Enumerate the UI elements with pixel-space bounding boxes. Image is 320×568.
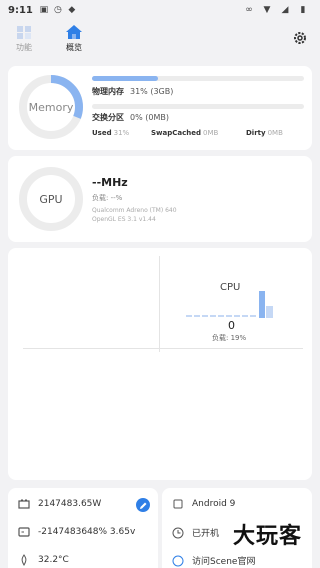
edit-pencil-icon xyxy=(140,502,147,509)
cpu-frequency: 0 xyxy=(228,319,235,332)
battery-icon xyxy=(18,499,30,509)
gear-icon[interactable] xyxy=(292,30,308,46)
temperature: 32.2°C xyxy=(38,555,69,565)
cpu-load: 负载: 19% xyxy=(212,334,247,342)
battery-power: 2147483.65W xyxy=(38,499,102,509)
gpu-frequency: --MHz xyxy=(92,176,128,189)
ram-label: 物理内存 xyxy=(92,87,124,96)
gpu-ring: GPU xyxy=(18,166,84,232)
tab-function-label: 功能 xyxy=(16,43,32,52)
tab-overview-label: 概览 xyxy=(66,43,82,52)
app-notification-icon: ◆ xyxy=(68,5,76,15)
alarm-icon: ◷ xyxy=(53,5,62,15)
android-version-row: Android 9 xyxy=(172,498,235,510)
ram-row: 物理内存 31% (3GB) xyxy=(92,86,173,97)
battery-info-card[interactable]: 2147483.65W -2147483648% 3.65v 32.2°C xyxy=(8,488,158,568)
signal-icon: ◢ xyxy=(281,5,289,15)
battery-level: -2147483648% 3.65v xyxy=(38,527,136,537)
android-icon xyxy=(173,499,183,509)
swapcached-stat: SwapCached 0MB xyxy=(151,129,219,137)
gpu-ring-label: GPU xyxy=(39,192,63,206)
sim-icon: ▣ xyxy=(39,5,49,15)
overview-home-icon xyxy=(66,25,82,39)
ram-progress xyxy=(92,76,304,81)
gpu-card[interactable]: GPU --MHz 负载: --% Qualcomm Adreno (TM) 6… xyxy=(8,156,312,242)
memory-ring: Memory xyxy=(18,74,84,140)
tab-function[interactable]: 功能 xyxy=(8,24,40,53)
battery-level-row: -2147483648% 3.65v xyxy=(18,526,135,538)
link-icon: ∞ xyxy=(245,5,253,15)
dirty-stat: Dirty 0MB xyxy=(246,129,283,137)
cpu-divider-vertical xyxy=(159,256,160,352)
status-bar: 9:11 ▣ ◷ ◆ ∞ ▼ ◢ ▮ xyxy=(0,0,320,20)
swap-value: 0% (0MB) xyxy=(130,113,169,122)
battery-voltage-icon xyxy=(18,527,30,537)
scene-link-row[interactable]: 访问Scene官网 xyxy=(172,554,255,567)
temperature-icon xyxy=(21,554,27,566)
cpu-divider-horizontal xyxy=(23,348,303,349)
scene-icon xyxy=(172,555,184,566)
swap-row: 交换分区 0% (0MB) xyxy=(92,112,169,123)
gpu-opengl: OpenGL ES 3.1 v1.44 xyxy=(92,216,156,223)
battery-power-row: 2147483.65W xyxy=(18,498,101,510)
uptime-row: 已开机 xyxy=(172,526,219,539)
memory-card[interactable]: Memory 物理内存 31% (3GB) 交换分区 0% (0MB) Used 31… xyxy=(8,66,312,150)
memory-ring-label: Memory xyxy=(28,100,74,114)
scene-link[interactable]: 访问Scene官网 xyxy=(192,554,255,567)
wifi-icon: ▼ xyxy=(263,5,271,15)
tab-overview[interactable]: 概览 xyxy=(58,24,90,53)
ram-progress-fill xyxy=(92,76,158,81)
battery-status-icon: ▮ xyxy=(300,5,306,15)
top-bar: 功能 概览 xyxy=(0,22,320,58)
uptime: 已开机 xyxy=(192,529,220,539)
swap-label: 交换分区 xyxy=(92,113,124,122)
clock-icon xyxy=(172,527,184,538)
function-icon xyxy=(17,26,31,39)
cpu-load-graph xyxy=(186,291,273,318)
gpu-load: 负载: --% xyxy=(92,194,123,202)
gpu-renderer: Qualcomm Adreno (TM) 640 xyxy=(92,207,177,214)
android-version: Android 9 xyxy=(192,499,236,509)
edit-button[interactable] xyxy=(136,498,150,512)
status-time: 9:11 xyxy=(8,4,33,16)
swap-progress xyxy=(92,104,304,109)
ram-value: 31% (3GB) xyxy=(130,87,174,96)
used-stat: Used 31% xyxy=(92,129,130,137)
temperature-row: 32.2°C xyxy=(18,554,69,566)
watermark-logo: 大玩客 xyxy=(232,523,302,549)
cpu-card[interactable]: CPU 0 负载: 19% xyxy=(8,248,312,480)
